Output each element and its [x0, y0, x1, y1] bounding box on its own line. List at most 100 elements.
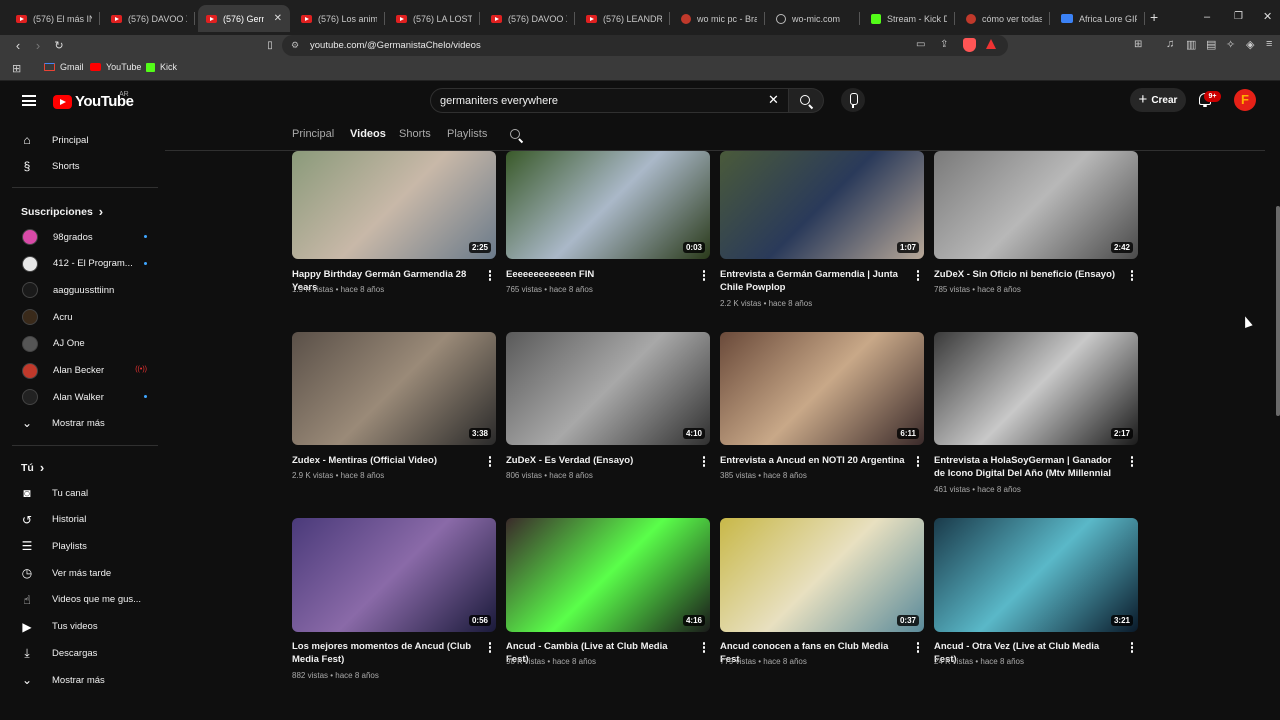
- bookmark-gmail[interactable]: Gmail: [44, 62, 84, 72]
- show-more-you-button[interactable]: ⌄ Mostrar más: [20, 672, 105, 688]
- forward-icon[interactable]: ›: [30, 38, 46, 54]
- subscription-item[interactable]: 98grados: [22, 229, 147, 245]
- video-thumbnail[interactable]: 6:11: [720, 332, 924, 445]
- browser-tab[interactable]: wo-mic.com: [768, 5, 860, 32]
- video-title[interactable]: ZuDeX - Sin Oficio ni beneficio (Ensayo): [934, 268, 1120, 281]
- brave-shields-icon[interactable]: [963, 38, 976, 52]
- video-title[interactable]: Zudex - Mentiras (Official Video): [292, 454, 478, 467]
- sidebar-toggle-icon[interactable]: ▥: [1186, 38, 1196, 51]
- you-heading[interactable]: Tú ›: [21, 460, 44, 475]
- video-title[interactable]: Eeeeeeeeeeeen FIN: [506, 268, 692, 281]
- video-thumbnail[interactable]: 3:38: [292, 332, 496, 445]
- close-tab-icon[interactable]: ✕: [274, 13, 282, 24]
- back-icon[interactable]: ‹: [10, 38, 26, 54]
- video-title[interactable]: Los mejores momentos de Ancud (Club Medi…: [292, 640, 478, 666]
- subscription-item[interactable]: aagguussttiinn: [22, 282, 147, 299]
- browser-tab[interactable]: (576) El más INFR: [8, 5, 100, 32]
- tab-playlists[interactable]: Playlists: [447, 128, 487, 140]
- video-thumbnail[interactable]: 4:16: [506, 518, 710, 632]
- more-actions-icon[interactable]: [702, 456, 706, 468]
- video-thumbnail[interactable]: 2:42: [934, 151, 1138, 259]
- video-title[interactable]: Entrevista a HolaSoyGerman | Ganador de …: [934, 454, 1120, 480]
- subscription-item[interactable]: Alan Walker: [22, 389, 147, 406]
- wallet-icon[interactable]: ▤: [1206, 38, 1216, 51]
- new-tab-button[interactable]: +: [1150, 10, 1164, 24]
- subscription-item[interactable]: Alan Becker ((•)): [22, 362, 147, 379]
- subscription-item[interactable]: AJ One: [22, 335, 147, 352]
- video-title[interactable]: ZuDeX - Es Verdad (Ensayo): [506, 454, 692, 467]
- hamburger-menu-icon[interactable]: [22, 95, 36, 106]
- clear-search-icon[interactable]: ✕: [768, 92, 782, 108]
- sidebar-item-your-videos[interactable]: ▶ Tus videos: [20, 619, 97, 635]
- close-window-button[interactable]: ✕: [1263, 10, 1273, 24]
- search-button[interactable]: [789, 88, 824, 113]
- more-actions-icon[interactable]: [488, 270, 492, 282]
- media-icon[interactable]: ♫: [1166, 38, 1174, 50]
- video-thumbnail[interactable]: 4:10: [506, 332, 710, 445]
- sidebar-item-like[interactable]: ☝ Videos que me gus...: [20, 592, 141, 608]
- sidebar-item-channel[interactable]: ◙ Tu canal: [20, 485, 88, 501]
- sidebar-item-watch-later[interactable]: ◷ Ver más tarde: [20, 565, 111, 581]
- leo-ai-icon[interactable]: ✧: [1226, 38, 1235, 51]
- more-actions-icon[interactable]: [488, 642, 492, 654]
- video-thumbnail[interactable]: 2:25: [292, 151, 496, 259]
- bookmark-icon[interactable]: ▯: [262, 38, 278, 54]
- browser-tab[interactable]: wo mic pc - Brave: [673, 5, 765, 32]
- video-title[interactable]: Entrevista a Ancud en NOTI 20 Argentina: [720, 454, 906, 467]
- more-actions-icon[interactable]: [916, 456, 920, 468]
- user-avatar[interactable]: F: [1234, 89, 1256, 111]
- more-actions-icon[interactable]: [702, 270, 706, 282]
- more-actions-icon[interactable]: [702, 642, 706, 654]
- page-scrollbar[interactable]: [1276, 206, 1280, 416]
- vpn-icon[interactable]: ◈: [1246, 38, 1254, 51]
- video-thumbnail[interactable]: 0:56: [292, 518, 496, 632]
- more-actions-icon[interactable]: [488, 456, 492, 468]
- tab-videos[interactable]: Videos: [350, 128, 386, 140]
- browser-tab[interactable]: (576) Germa ✕: [198, 5, 290, 32]
- video-thumbnail[interactable]: 2:17: [934, 332, 1138, 445]
- more-actions-icon[interactable]: [916, 642, 920, 654]
- cast-icon[interactable]: ▭: [916, 39, 925, 50]
- video-title[interactable]: Entrevista a Germán Garmendia | Junta Ch…: [720, 268, 906, 294]
- video-thumbnail[interactable]: 1:07: [720, 151, 924, 259]
- subscription-item[interactable]: 412 - El Program...: [22, 255, 147, 272]
- browser-tab[interactable]: Africa Lore GIFs |: [1053, 5, 1145, 32]
- apps-grid-icon[interactable]: ⊞: [12, 62, 21, 75]
- youtube-logo[interactable]: YouTube AR: [53, 91, 134, 110]
- channel-search-icon[interactable]: [510, 129, 520, 139]
- sidebar-item-playlists[interactable]: ☰ Playlists: [20, 538, 87, 554]
- browser-tab[interactable]: Stream - Kick Da: [863, 5, 955, 32]
- tab-principal[interactable]: Principal: [292, 128, 334, 140]
- video-thumbnail[interactable]: 3:21: [934, 518, 1138, 632]
- bookmark-kick[interactable]: Kick: [146, 62, 177, 72]
- browser-tab[interactable]: (576) DAVOO XEN: [103, 5, 195, 32]
- more-actions-icon[interactable]: [1130, 270, 1134, 282]
- browser-tab[interactable]: (576) LA LOST M: [388, 5, 480, 32]
- more-actions-icon[interactable]: [1130, 642, 1134, 654]
- brave-rewards-icon[interactable]: [986, 39, 996, 49]
- sidebar-item-download[interactable]: ⤓ Descargas: [20, 645, 97, 661]
- site-settings-icon[interactable]: ⚙: [291, 40, 299, 51]
- video-thumbnail[interactable]: 0:03: [506, 151, 710, 259]
- extensions-icon[interactable]: ⊞: [1134, 39, 1142, 50]
- minimize-button[interactable]: –: [1204, 10, 1214, 24]
- menu-icon[interactable]: ≡: [1266, 38, 1272, 50]
- sidebar-item-history[interactable]: ↺ Historial: [20, 512, 86, 528]
- more-actions-icon[interactable]: [1130, 456, 1134, 468]
- browser-tab[interactable]: cómo ver todas la: [958, 5, 1050, 32]
- search-input[interactable]: [440, 92, 760, 109]
- restore-button[interactable]: ❐: [1234, 10, 1244, 24]
- subscription-item[interactable]: Acru: [22, 309, 147, 326]
- sidebar-item-shorts[interactable]: § Shorts: [20, 158, 80, 174]
- show-more-subscriptions-button[interactable]: ⌄ Mostrar más: [20, 415, 105, 431]
- video-thumbnail[interactable]: 0:37: [720, 518, 924, 632]
- bookmark-youtube[interactable]: YouTube: [90, 62, 141, 72]
- voice-search-icon[interactable]: [841, 88, 865, 112]
- create-button[interactable]: + Crear: [1130, 88, 1186, 112]
- more-actions-icon[interactable]: [916, 270, 920, 282]
- subscriptions-heading[interactable]: Suscripciones ›: [21, 204, 103, 219]
- sidebar-item-principal[interactable]: ⌂ Principal: [20, 132, 88, 148]
- browser-tab[interactable]: (576) LEANDRO R: [578, 5, 670, 32]
- tab-shorts[interactable]: Shorts: [399, 128, 431, 140]
- browser-tab[interactable]: (576) Los animale: [293, 5, 385, 32]
